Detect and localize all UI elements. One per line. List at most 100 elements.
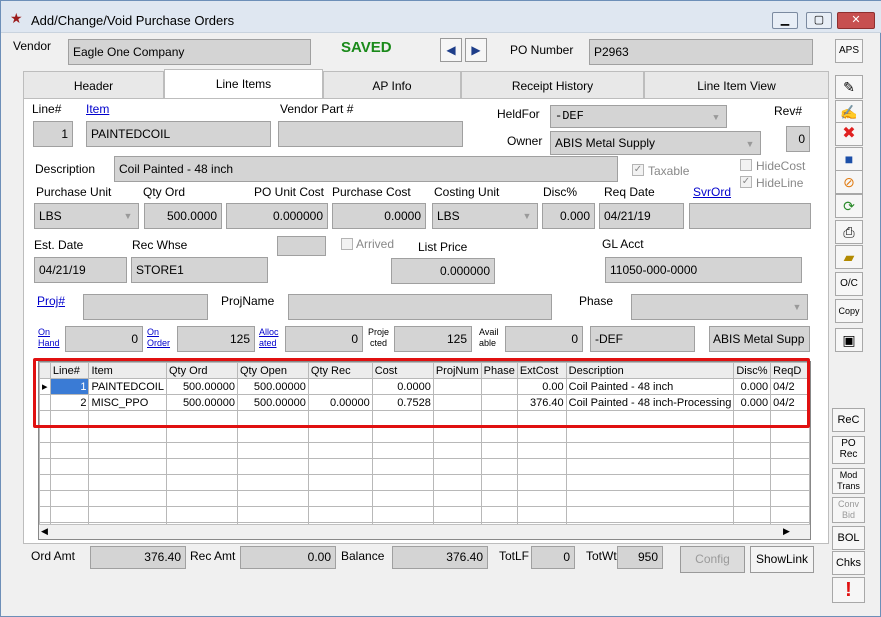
maximize-button[interactable]: ▢ — [806, 12, 832, 29]
vendor-field[interactable]: Eagle One Company — [68, 39, 311, 65]
column-header-projnum[interactable]: ProjNum — [432, 362, 482, 379]
column-header-extcost[interactable]: ExtCost — [516, 362, 567, 379]
cell-phase[interactable] — [480, 394, 518, 411]
projname-field[interactable] — [288, 294, 552, 320]
req-date-field[interactable]: 04/21/19 — [599, 203, 684, 229]
column-header-qty-open[interactable]: Qty Open — [236, 362, 309, 379]
cell-qty-rec[interactable] — [307, 378, 373, 395]
table-row[interactable]: 2 MISC_PPO 500.00000 500.00000 0.00000 0… — [39, 394, 810, 411]
table-row-empty[interactable] — [39, 426, 810, 443]
totwt-field[interactable]: 950 — [617, 546, 663, 569]
on-order-link-line2[interactable]: Order — [147, 338, 170, 349]
cell-projnum[interactable] — [432, 378, 482, 395]
folder-icon[interactable]: ▰ — [835, 245, 863, 269]
on-hand-link-line2[interactable]: Hand — [38, 338, 60, 349]
proj-field[interactable] — [83, 294, 208, 320]
arrived-checkbox[interactable] — [341, 238, 353, 250]
note-icon[interactable]: ✎ — [835, 75, 863, 99]
conv-bid-button[interactable]: Conv Bid — [832, 497, 865, 523]
cell-extcost[interactable]: 376.40 — [516, 394, 567, 411]
cell-projnum[interactable] — [432, 394, 482, 411]
cell-qty-rec[interactable]: 0.00000 — [307, 394, 373, 411]
column-header-qty-rec[interactable]: Qty Rec — [307, 362, 373, 379]
cell-reqd[interactable]: 04/2 — [770, 378, 810, 395]
item-link[interactable]: Item — [86, 102, 109, 116]
totlf-field[interactable]: 0 — [531, 546, 575, 569]
cell-qty-open[interactable]: 500.00000 — [236, 394, 309, 411]
cell-phase[interactable] — [480, 378, 518, 395]
balance-field[interactable]: 376.40 — [392, 546, 488, 569]
tab-header[interactable]: Header — [23, 71, 164, 99]
allocated-field[interactable]: 0 — [285, 326, 363, 352]
line-number-field[interactable]: 1 — [33, 121, 73, 147]
cell-qty-ord[interactable]: 500.00000 — [165, 394, 238, 411]
rec-whse-field[interactable]: STORE1 — [131, 257, 268, 283]
costing-unit-dropdown[interactable]: LBS ▼ — [432, 203, 538, 229]
refresh-icon[interactable]: ⟳ — [835, 194, 863, 218]
cancel-circle-icon[interactable]: ⊘ — [835, 170, 863, 194]
bol-button[interactable]: BOL — [832, 526, 865, 550]
cell-qty-ord[interactable]: 500.00000 — [165, 378, 238, 395]
owner-dropdown[interactable]: ABIS Metal Supply ▼ — [550, 131, 761, 155]
oc-button[interactable]: O/C — [835, 272, 863, 296]
disc-field[interactable]: 0.000 — [542, 203, 595, 229]
column-header-line[interactable]: Line# — [49, 362, 90, 379]
allocated-link-line2[interactable]: ated — [259, 338, 277, 349]
save-icon[interactable]: ■ — [835, 147, 863, 171]
table-row-empty[interactable] — [39, 474, 810, 491]
rec-amt-field[interactable]: 0.00 — [240, 546, 336, 569]
gl-acct-field[interactable]: 11050-000-0000 — [605, 257, 802, 283]
cell-line[interactable]: 2 — [49, 394, 90, 411]
print-icon[interactable]: ⎙ — [835, 220, 863, 244]
phase-dropdown[interactable]: ▼ — [631, 294, 808, 320]
est-date-field[interactable]: 04/21/19 — [34, 257, 127, 283]
alert-icon[interactable]: ! — [832, 577, 865, 603]
rec-button[interactable]: ReC — [832, 408, 865, 432]
available-field[interactable]: 0 — [505, 326, 583, 352]
item-field[interactable]: PAINTEDCOIL — [86, 121, 271, 147]
tab-line-item-view[interactable]: Line Item View — [644, 71, 829, 99]
aps-button[interactable]: APS — [835, 39, 863, 63]
projected-field[interactable]: 125 — [394, 326, 472, 352]
qty-ord-field[interactable]: 500.0000 — [144, 203, 222, 229]
hideline-checkbox[interactable]: ✓ — [740, 176, 752, 188]
mod-trans-button[interactable]: Mod Trans — [832, 468, 865, 494]
rev-field[interactable]: 0 — [786, 126, 810, 152]
horizontal-scrollbar[interactable]: ◀ ▶ — [39, 524, 810, 539]
chks-button[interactable]: Chks — [832, 551, 865, 575]
tab-line-items[interactable]: Line Items — [164, 69, 323, 98]
cell-item[interactable]: PAINTEDCOIL — [88, 378, 167, 395]
cell-disc[interactable]: 0.000 — [733, 394, 772, 411]
purchase-unit-dropdown[interactable]: LBS ▼ — [34, 203, 139, 229]
cell-disc[interactable]: 0.000 — [733, 378, 772, 395]
delete-icon[interactable]: ✖ — [835, 122, 863, 146]
row-selector[interactable] — [39, 394, 51, 411]
svrord-link[interactable]: SvrOrd — [693, 185, 731, 199]
line-items-grid[interactable]: Line# Item Qty Ord Qty Open Qty Rec Cost… — [38, 361, 811, 540]
purchase-cost-field[interactable]: 0.0000 — [332, 203, 426, 229]
list-price-field[interactable]: 0.000000 — [391, 258, 495, 284]
column-header-reqd[interactable]: ReqD — [770, 362, 810, 379]
cell-cost[interactable]: 0.0000 — [371, 378, 434, 395]
column-header-phase[interactable]: Phase — [480, 362, 518, 379]
cell-description[interactable]: Coil Painted - 48 inch — [565, 378, 735, 395]
on-order-link-line1[interactable]: On — [147, 327, 159, 338]
showlink-button[interactable]: ShowLink — [750, 546, 814, 573]
ord-amt-field[interactable]: 376.40 — [90, 546, 186, 569]
on-order-field[interactable]: 125 — [177, 326, 255, 352]
tab-receipt-history[interactable]: Receipt History — [461, 71, 644, 99]
cell-line[interactable]: 1 — [49, 378, 90, 395]
proj-link[interactable]: Proj# — [37, 294, 65, 308]
row-selector[interactable]: ▸ — [39, 378, 51, 395]
prev-record-button[interactable]: ◀ — [440, 38, 462, 62]
po-unit-cost-field[interactable]: 0.000000 — [226, 203, 328, 229]
po-number-field[interactable]: P2963 — [589, 39, 813, 65]
cell-reqd[interactable]: 04/2 — [770, 394, 810, 411]
scroll-left-icon[interactable]: ◀ — [41, 526, 48, 537]
description-field[interactable]: Coil Painted - 48 inch — [114, 156, 618, 182]
table-row-empty[interactable] — [39, 490, 810, 507]
copy-button[interactable]: Copy — [835, 299, 863, 323]
scroll-right-icon[interactable]: ▶ — [783, 526, 790, 537]
edit-doc-icon[interactable]: ✍ — [835, 100, 863, 124]
cell-description[interactable]: Coil Painted - 48 inch-Processing — [565, 394, 735, 411]
